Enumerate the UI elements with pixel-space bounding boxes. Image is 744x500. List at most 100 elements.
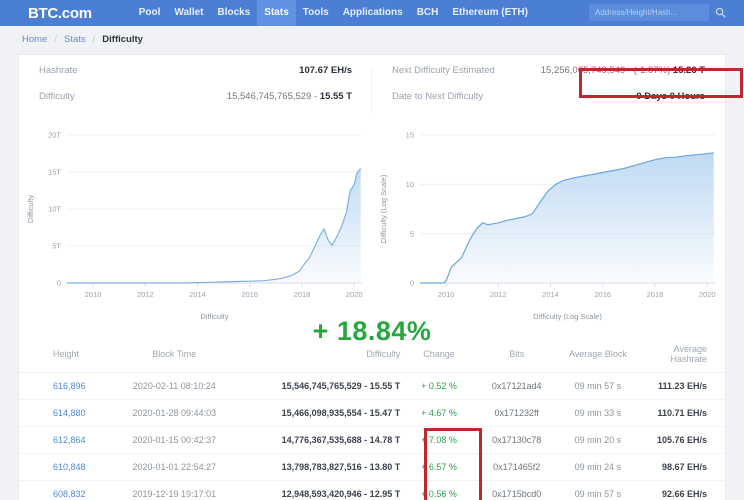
top-navbar: BTC.com Pool Wallet Blocks Stats Tools Applic… bbox=[0, 0, 744, 26]
x-tick-label: 2014 bbox=[189, 290, 206, 299]
y-tick-label: 0 bbox=[410, 279, 414, 288]
nav-link-blocks[interactable]: Blocks bbox=[211, 0, 258, 26]
cell-change: + 0.52 % bbox=[400, 372, 478, 400]
nav-link-bch[interactable]: BCH bbox=[410, 0, 446, 26]
cell-height[interactable]: 608,832 bbox=[19, 480, 104, 500]
table-row: 610,848 2020-01-01 22:54:27 13,798,783,827… bbox=[19, 453, 725, 481]
difficulty-log-svg: 0 5 10 15 2010 2012 2014 2016 2018 2020 Difficulty… bbox=[379, 131, 716, 321]
y-tick-label: 15 bbox=[406, 131, 414, 140]
x-tick-label: 2012 bbox=[137, 290, 154, 299]
stat-next-difficulty: Next Difficulty Estimated 15,256,065,749… bbox=[392, 65, 705, 91]
table-row: 612,864 2020-01-15 00:42:37 14,776,367,535… bbox=[19, 426, 725, 454]
breadcrumb-home[interactable]: Home bbox=[22, 34, 47, 45]
th-change[interactable]: Change bbox=[400, 337, 478, 373]
cell-height[interactable]: 612,864 bbox=[19, 426, 104, 454]
y-tick-label: 10 bbox=[406, 180, 414, 189]
cell-average-block: 09 min 20 s bbox=[555, 426, 641, 454]
search-icon[interactable] bbox=[715, 7, 726, 18]
stats-column-left: Hashrate 107.67 EH/s Difficulty 15,546,7… bbox=[19, 65, 372, 117]
difficulty-table: Height Block Time Difficulty Change Bits… bbox=[19, 337, 725, 500]
y-axis-title: Difficulty (Log Scale) bbox=[379, 174, 388, 243]
y-tick-label: 5 bbox=[410, 229, 414, 238]
th-bits[interactable]: Bits bbox=[477, 337, 556, 373]
nav-link-applications[interactable]: Applications bbox=[336, 0, 410, 26]
cell-change: + 7.08 % bbox=[400, 426, 478, 454]
nav-link-ethereum-eth[interactable]: Ethereum (ETH) bbox=[445, 0, 535, 26]
stat-date-to-next: Date to Next Difficulty 9 Days 0 Hours bbox=[392, 91, 705, 117]
nav-link-stats[interactable]: Stats bbox=[257, 0, 296, 26]
stat-next-difficulty-label: Next Difficulty Estimated bbox=[392, 65, 495, 76]
y-axis-title: Difficulty bbox=[26, 195, 35, 223]
difficulty-card: Hashrate 107.67 EH/s Difficulty 15,546,7… bbox=[18, 54, 743, 500]
cell-height[interactable]: 614,880 bbox=[19, 399, 104, 427]
cell-difficulty: 13,798,783,827,516 - 13.80 T bbox=[244, 453, 401, 481]
charts-area: 0 5T 10T 15T 20T 2010 2012 2014 2016 2018 2020 Diff… bbox=[19, 117, 725, 335]
x-tick-label: 2016 bbox=[594, 290, 611, 299]
x-tick-label: 2014 bbox=[542, 290, 559, 299]
cell-bits: 0x17121ad4 bbox=[477, 372, 556, 400]
table-body: 616,896 2020-02-11 08:10:24 15,546,745,765… bbox=[19, 372, 725, 500]
nav-link-tools[interactable]: Tools bbox=[296, 0, 336, 26]
breadcrumb-stats[interactable]: Stats bbox=[64, 34, 86, 45]
breadcrumb: Home / Stats / Difficulty bbox=[0, 26, 744, 52]
stat-difficulty-value: 15,546,745,765,529 - 15.55 T bbox=[226, 91, 352, 102]
cell-average-hashrate: 98.67 EH/s bbox=[640, 453, 725, 481]
brand-logo[interactable]: BTC.com bbox=[28, 5, 92, 22]
summary-stats: Hashrate 107.67 EH/s Difficulty 15,546,7… bbox=[19, 55, 743, 117]
y-tick-label: 20T bbox=[48, 131, 61, 140]
cell-bits: 0x171465f2 bbox=[477, 453, 556, 481]
table-row: 614,880 2020-01-28 09:44:03 15,466,098,935… bbox=[19, 399, 725, 427]
x-tick-label: 2010 bbox=[85, 290, 102, 299]
cell-average-hashrate: 105.76 EH/s bbox=[640, 426, 725, 454]
th-average-block[interactable]: Average Block bbox=[555, 337, 641, 373]
stat-hashrate-value: 107.67 EH/s bbox=[299, 65, 352, 76]
y-tick-label: 10T bbox=[48, 205, 61, 214]
stats-column-right: Next Difficulty Estimated 15,256,065,749… bbox=[372, 65, 725, 117]
th-height[interactable]: Height bbox=[19, 337, 104, 373]
cell-height[interactable]: 616,896 bbox=[19, 372, 104, 400]
search-input[interactable] bbox=[589, 4, 709, 21]
cell-height[interactable]: 610,848 bbox=[19, 453, 104, 481]
x-tick-label: 2018 bbox=[294, 290, 311, 299]
cell-bits: 0x1715bcd0 bbox=[477, 480, 556, 500]
chart-difficulty-log: 0 5 10 15 2010 2012 2014 2016 2018 2020 Difficulty… bbox=[372, 121, 725, 335]
cell-average-hashrate: 111.23 EH/s bbox=[640, 372, 725, 400]
main-nav: Pool Wallet Blocks Stats Tools Applications BC… bbox=[132, 0, 535, 26]
cell-block-time: 2020-02-11 08:10:24 bbox=[103, 372, 245, 400]
chart-difficulty-linear: 0 5T 10T 15T 20T 2010 2012 2014 2016 2018 2020 Diff… bbox=[19, 121, 372, 335]
cell-difficulty: 15,466,098,935,554 - 15.47 T bbox=[244, 399, 401, 427]
nav-link-wallet[interactable]: Wallet bbox=[167, 0, 210, 26]
cell-difficulty: 14,776,367,535,688 - 14.78 T bbox=[244, 426, 401, 454]
x-tick-label: 2018 bbox=[647, 290, 664, 299]
cell-block-time: 2020-01-01 22:54:27 bbox=[103, 453, 245, 481]
stat-next-difficulty-value: 15,256,065,749,549 - (-1.87%) 15.26 T bbox=[540, 65, 705, 76]
x-tick-label: 2010 bbox=[438, 290, 455, 299]
stat-hashrate-label: Hashrate bbox=[39, 65, 78, 76]
y-tick-label: 5T bbox=[52, 242, 61, 251]
cell-average-hashrate: 92.66 EH/s bbox=[640, 480, 725, 500]
stat-date-to-next-value: 9 Days 0 Hours bbox=[636, 91, 705, 102]
th-difficulty[interactable]: Difficulty bbox=[244, 337, 401, 373]
x-tick-label: 2020 bbox=[346, 290, 363, 299]
breadcrumb-separator-2: / bbox=[92, 33, 96, 45]
cell-block-time: 2019-12-19 19:17:01 bbox=[103, 480, 245, 500]
cell-average-block: 09 min 57 s bbox=[555, 480, 641, 500]
x-tick-label: 2012 bbox=[490, 290, 507, 299]
y-tick-label: 0 bbox=[57, 279, 61, 288]
th-block-time[interactable]: Block Time bbox=[103, 337, 245, 373]
breadcrumb-separator-1: / bbox=[54, 33, 57, 45]
th-average-hashrate[interactable]: Average Hashrate bbox=[640, 337, 725, 373]
x-tick-label: 2020 bbox=[699, 290, 716, 299]
stat-difficulty-label: Difficulty bbox=[39, 91, 75, 102]
cell-average-hashrate: 110.71 EH/s bbox=[640, 399, 725, 427]
cell-change: + 4.67 % bbox=[400, 399, 478, 427]
table-row: 608,832 2019-12-19 19:17:01 12,948,593,420… bbox=[19, 480, 725, 500]
x-tick-label: 2016 bbox=[241, 290, 258, 299]
cell-bits: 0x17130c78 bbox=[477, 426, 556, 454]
stat-hashrate: Hashrate 107.67 EH/s bbox=[39, 65, 352, 91]
cell-average-block: 09 min 57 s bbox=[555, 372, 641, 400]
table-row: 616,896 2020-02-11 08:10:24 15,546,745,765… bbox=[19, 372, 725, 400]
x-axis-title: Difficulty bbox=[200, 312, 228, 321]
nav-link-pool[interactable]: Pool bbox=[132, 0, 168, 26]
y-tick-label: 15T bbox=[48, 168, 61, 177]
